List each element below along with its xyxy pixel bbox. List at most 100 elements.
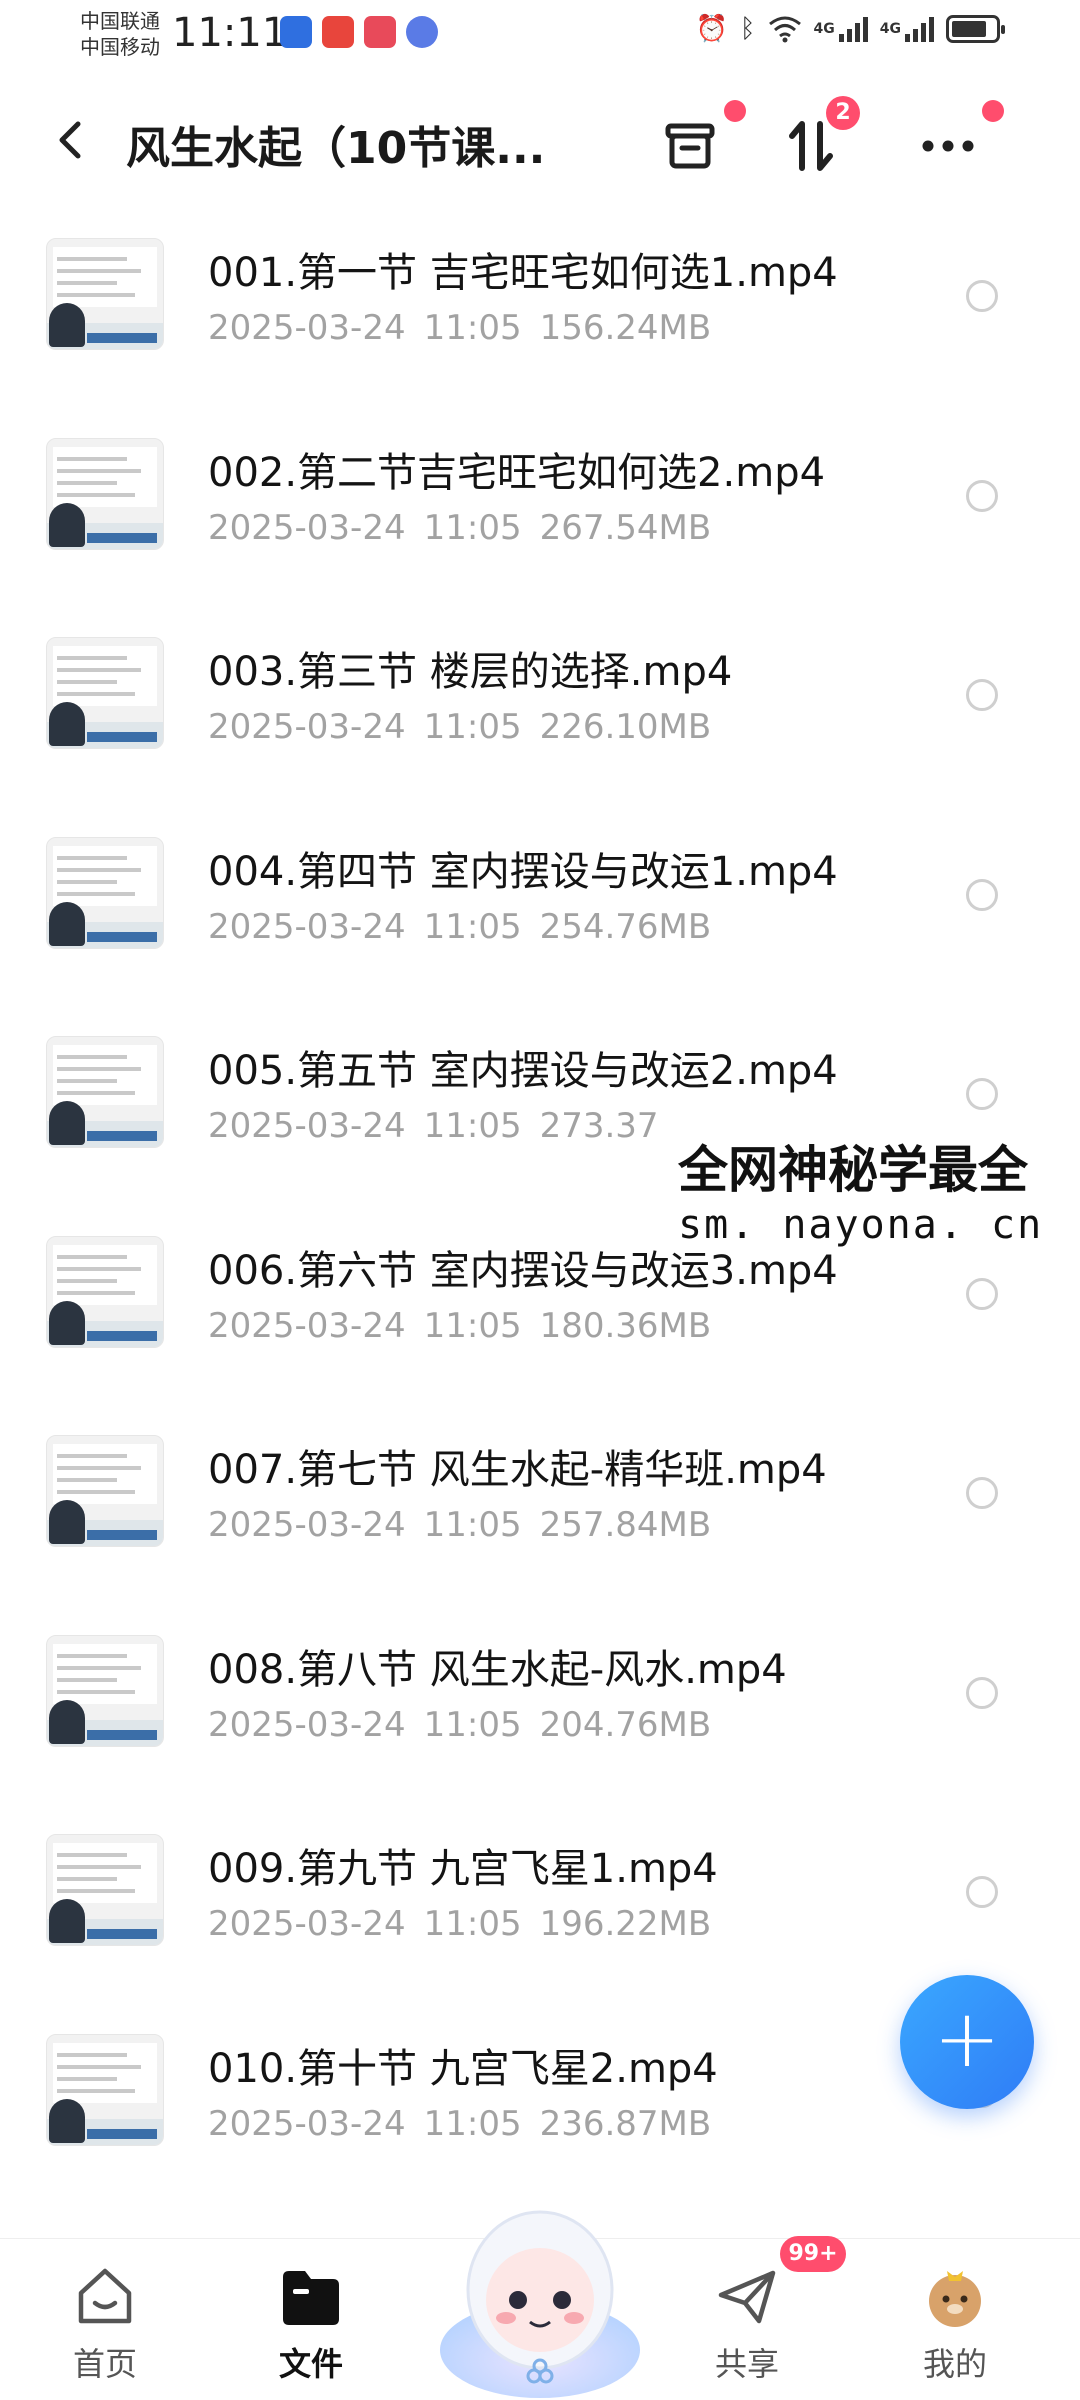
file-size: 267.54MB (539, 507, 712, 548)
notification-dot (724, 100, 746, 122)
sort-button[interactable]: 2 (772, 96, 860, 186)
assistant-mascot-button[interactable] (430, 2180, 650, 2400)
video-thumbnail (46, 836, 164, 949)
network-type-2: 4G (879, 21, 901, 37)
file-meta: 2025-03-24 11:05 196.22MB (208, 1904, 711, 1944)
nav-home-label: 首页 (72, 2345, 137, 2383)
file-meta: 2025-03-24 11:05 254.76MB (208, 907, 711, 947)
file-meta: 2025-03-24 11:05 267.54MB (208, 508, 711, 548)
file-name: 007.第七节 风生水起-精华班.mp4 (208, 1447, 827, 1493)
file-date: 2025-03-24 (208, 707, 406, 747)
file-row[interactable]: 001.第一节 吉宅旺宅如何选1.mp4 2025-03-24 11:05 156.2… (0, 200, 1080, 402)
video-thumbnail (46, 2033, 164, 2146)
select-radio[interactable] (966, 878, 998, 911)
chevron-left-icon (59, 121, 81, 159)
file-date: 2025-03-24 (208, 308, 406, 348)
file-size: 257.84MB (539, 1505, 712, 1545)
file-size: 273.37 (539, 1106, 659, 1146)
file-date: 2025-03-24 (208, 507, 406, 548)
add-button[interactable]: + (900, 1975, 1034, 2109)
select-radio[interactable] (966, 1477, 998, 1509)
select-radio[interactable] (966, 280, 998, 312)
file-date: 2025-03-24 (208, 1106, 406, 1146)
file-name: 010.第十节 九宫飞星2.mp4 (208, 2045, 718, 2092)
file-name: 001.第一节 吉宅旺宅如何选1.mp4 (208, 250, 838, 296)
file-time: 11:05 (423, 707, 522, 747)
file-time: 11:05 (423, 1505, 522, 1545)
more-button[interactable] (908, 100, 1004, 186)
select-radio[interactable] (966, 479, 998, 512)
watermark-line-2: sm. nayona. cn (678, 1202, 1044, 1248)
file-date: 2025-03-24 (208, 1505, 406, 1545)
nav-mine[interactable]: 我的 (880, 2239, 1030, 2400)
carrier-info: 中国联通 中国移动 (80, 8, 160, 60)
transfer-list-button[interactable] (650, 100, 746, 186)
box-icon (665, 123, 715, 169)
network-type-1: 4G (813, 21, 835, 37)
file-meta: 2025-03-24 11:05 180.36MB (208, 1306, 711, 1346)
file-size: 180.36MB (539, 1305, 712, 1346)
video-thumbnail (46, 238, 164, 350)
signal-2-icon (905, 16, 934, 42)
file-row[interactable]: 004.第四节 室内摆设与改运1.mp4 2025-03-24 11:05 254.7… (0, 799, 1080, 1001)
video-thumbnail (46, 1435, 164, 1547)
select-radio[interactable] (966, 1277, 998, 1310)
file-row[interactable]: 007.第七节 风生水起-精华班.mp4 2025-03-24 11:05 257.8… (0, 1397, 1080, 1599)
nav-files[interactable]: 文件 (236, 2239, 386, 2400)
status-bar: 中国联通 中国移动 11:11 ⏰ ᛒ 4G 4G (0, 0, 1080, 70)
file-date: 2025-03-24 (208, 2103, 406, 2144)
alarm-icon: ⏰ (695, 14, 728, 44)
select-radio[interactable] (966, 679, 998, 711)
wifi-icon (768, 16, 801, 43)
notification-app-icon (322, 16, 354, 48)
back-button[interactable] (50, 110, 110, 180)
file-meta: 2025-03-24 11:05 156.24MB (208, 308, 711, 348)
file-time: 11:05 (423, 1305, 522, 1346)
file-time: 11:05 (423, 2103, 522, 2144)
file-size: 204.76MB (539, 1704, 712, 1745)
file-size: 236.87MB (539, 2103, 712, 2144)
file-name: 008.第八节 风生水起-风水.mp4 (208, 1646, 787, 1693)
nav-home[interactable]: 首页 (30, 2239, 180, 2400)
file-date: 2025-03-24 (208, 1704, 406, 1745)
file-meta: 2025-03-24 11:05 204.76MB (208, 1705, 711, 1745)
file-name: 003.第三节 楼层的选择.mp4 (208, 649, 733, 695)
folder-title: 风生水起（10节课... (126, 123, 546, 174)
file-date: 2025-03-24 (208, 906, 406, 947)
file-name: 009.第九节 九宫飞星1.mp4 (208, 1846, 718, 1892)
file-time: 11:05 (423, 1904, 522, 1944)
file-row[interactable]: 009.第九节 九宫飞星1.mp4 2025-03-24 11:05 196.22MB (0, 1796, 1080, 1998)
file-size: 226.10MB (539, 707, 712, 747)
bluetooth-icon: ᛒ (739, 14, 756, 44)
file-name: 004.第四节 室内摆设与改运1.mp4 (208, 848, 838, 895)
notification-dot (982, 100, 1004, 122)
video-thumbnail (46, 1036, 164, 1148)
music-app-icon (406, 16, 438, 48)
file-time: 11:05 (423, 1704, 522, 1745)
file-time: 11:05 (423, 507, 522, 548)
select-radio[interactable] (966, 1676, 998, 1709)
select-radio[interactable] (966, 1078, 998, 1110)
folder-icon (283, 2271, 339, 2325)
file-date: 2025-03-24 (208, 1305, 406, 1346)
nav-mine-label: 我的 (922, 2345, 987, 2383)
file-size: 254.76MB (539, 906, 712, 947)
select-radio[interactable] (966, 1876, 998, 1908)
file-meta: 2025-03-24 11:05 236.87MB (208, 2104, 711, 2144)
file-row[interactable]: 003.第三节 楼层的选择.mp4 2025-03-24 11:05 226.10MB (0, 599, 1080, 801)
file-time: 11:05 (423, 906, 522, 947)
file-row[interactable]: 008.第八节 风生水起-风水.mp4 2025-03-24 11:05 204.76… (0, 1597, 1080, 1799)
home-icon (78, 2268, 132, 2324)
notification-app-icon (280, 16, 312, 48)
nav-share-label: 共享 (714, 2345, 779, 2383)
top-bar: 风生水起（10节课... 2 (0, 90, 1080, 200)
video-thumbnail (46, 637, 164, 749)
file-row[interactable]: 002.第二节吉宅旺宅如何选2.mp4 2025-03-24 11:05 267.54… (0, 400, 1080, 602)
paper-plane-icon (718, 2270, 776, 2324)
video-thumbnail (46, 1834, 164, 1946)
watermark: 全网神秘学最全 sm. nayona. cn (668, 1130, 1054, 1252)
status-indicators: ⏰ ᛒ 4G 4G (695, 14, 1005, 44)
notification-icons (280, 16, 438, 48)
book-app-icon (364, 16, 396, 48)
file-name: 002.第二节吉宅旺宅如何选2.mp4 (208, 449, 826, 496)
